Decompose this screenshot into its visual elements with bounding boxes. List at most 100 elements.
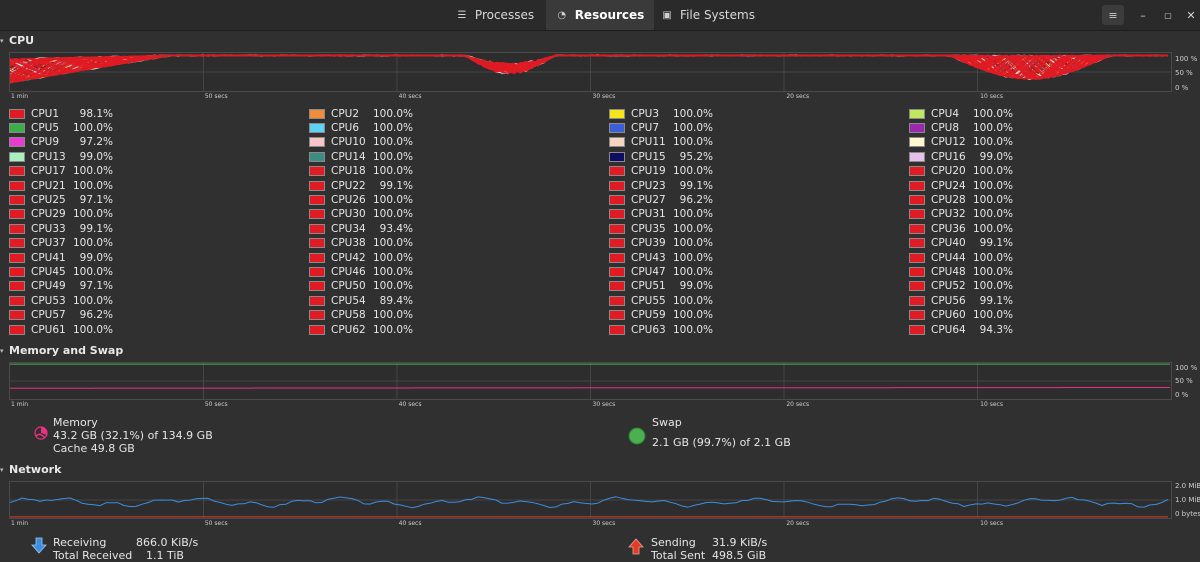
cpu-legend-item[interactable]: CPU39 100.0% <box>609 237 713 250</box>
cpu-legend-item[interactable]: CPU11 100.0% <box>609 136 713 149</box>
cpu-legend-item[interactable]: CPU23 99.1% <box>609 179 713 192</box>
cpu-legend-item[interactable]: CPU18 100.0% <box>309 165 413 178</box>
cpu-color-swatch[interactable] <box>9 209 25 220</box>
cpu-legend-item[interactable]: CPU55 100.0% <box>609 294 713 307</box>
cpu-color-swatch[interactable] <box>609 209 625 220</box>
cpu-color-swatch[interactable] <box>909 252 925 263</box>
cpu-color-swatch[interactable] <box>609 151 625 162</box>
cpu-color-swatch[interactable] <box>609 324 625 335</box>
cpu-legend-item[interactable]: CPU43 100.0% <box>609 251 713 264</box>
cpu-legend-item[interactable]: CPU22 99.1% <box>309 179 413 192</box>
cpu-color-swatch[interactable] <box>9 180 25 191</box>
cpu-legend-item[interactable]: CPU12 100.0% <box>909 136 1013 149</box>
cpu-color-swatch[interactable] <box>309 324 325 335</box>
cpu-color-swatch[interactable] <box>609 180 625 191</box>
menu-button[interactable]: ≡ <box>1102 5 1124 25</box>
cpu-color-swatch[interactable] <box>9 151 25 162</box>
cpu-legend-item[interactable]: CPU54 89.4% <box>309 294 413 307</box>
cpu-legend-item[interactable]: CPU50 100.0% <box>309 280 413 293</box>
cpu-legend-item[interactable]: CPU34 93.4% <box>309 222 413 235</box>
cpu-legend-item[interactable]: CPU25 97.1% <box>9 193 113 206</box>
cpu-color-swatch[interactable] <box>909 295 925 306</box>
cpu-color-swatch[interactable] <box>309 295 325 306</box>
cpu-color-swatch[interactable] <box>909 310 925 321</box>
cpu-legend-item[interactable]: CPU13 99.0% <box>9 150 113 163</box>
cpu-color-swatch[interactable] <box>309 281 325 292</box>
cpu-color-swatch[interactable] <box>309 137 325 148</box>
cpu-color-swatch[interactable] <box>9 281 25 292</box>
cpu-color-swatch[interactable] <box>909 137 925 148</box>
cpu-legend-item[interactable]: CPU17 100.0% <box>9 165 113 178</box>
cpu-color-swatch[interactable] <box>9 252 25 263</box>
send-color-picker[interactable] <box>628 537 644 558</box>
cpu-legend-item[interactable]: CPU15 95.2% <box>609 150 713 163</box>
minimize-button[interactable]: – <box>1132 5 1154 25</box>
network-section-header[interactable]: ▾ Network <box>0 463 61 476</box>
cpu-color-swatch[interactable] <box>609 281 625 292</box>
cpu-color-swatch[interactable] <box>609 108 625 119</box>
cpu-section-header[interactable]: ▾ CPU <box>0 34 34 47</box>
cpu-legend-item[interactable]: CPU10 100.0% <box>309 136 413 149</box>
cpu-legend-item[interactable]: CPU45 100.0% <box>9 265 113 278</box>
cpu-legend-item[interactable]: CPU51 99.0% <box>609 280 713 293</box>
maximize-button[interactable]: ▢ <box>1157 5 1179 25</box>
cpu-color-swatch[interactable] <box>309 223 325 234</box>
cpu-color-swatch[interactable] <box>909 194 925 205</box>
cpu-legend-item[interactable]: CPU8 100.0% <box>909 121 1013 134</box>
cpu-color-swatch[interactable] <box>909 238 925 249</box>
cpu-legend-item[interactable]: CPU62 100.0% <box>309 323 413 336</box>
cpu-legend-item[interactable]: CPU26 100.0% <box>309 193 413 206</box>
cpu-color-swatch[interactable] <box>309 266 325 277</box>
cpu-legend-item[interactable]: CPU19 100.0% <box>609 165 713 178</box>
cpu-legend-item[interactable]: CPU37 100.0% <box>9 237 113 250</box>
cpu-legend-item[interactable]: CPU41 99.0% <box>9 251 113 264</box>
cpu-color-swatch[interactable] <box>309 252 325 263</box>
cpu-color-swatch[interactable] <box>309 151 325 162</box>
cpu-color-swatch[interactable] <box>309 238 325 249</box>
tab-file-systems[interactable]: ▣ File Systems <box>658 0 758 30</box>
cpu-legend-item[interactable]: CPU36 100.0% <box>909 222 1013 235</box>
cpu-color-swatch[interactable] <box>909 108 925 119</box>
cpu-legend-item[interactable]: CPU56 99.1% <box>909 294 1013 307</box>
cpu-color-swatch[interactable] <box>609 223 625 234</box>
cpu-color-swatch[interactable] <box>909 180 925 191</box>
cpu-legend-item[interactable]: CPU58 100.0% <box>309 309 413 322</box>
cpu-color-swatch[interactable] <box>909 281 925 292</box>
cpu-color-swatch[interactable] <box>309 194 325 205</box>
cpu-legend-item[interactable]: CPU21 100.0% <box>9 179 113 192</box>
cpu-color-swatch[interactable] <box>609 122 625 133</box>
cpu-legend-item[interactable]: CPU40 99.1% <box>909 237 1013 250</box>
cpu-legend-item[interactable]: CPU46 100.0% <box>309 265 413 278</box>
cpu-color-swatch[interactable] <box>9 238 25 249</box>
cpu-color-swatch[interactable] <box>609 310 625 321</box>
cpu-legend-item[interactable]: CPU3 100.0% <box>609 107 713 120</box>
cpu-legend-item[interactable]: CPU6 100.0% <box>309 121 413 134</box>
cpu-legend-item[interactable]: CPU47 100.0% <box>609 265 713 278</box>
cpu-color-swatch[interactable] <box>609 166 625 177</box>
cpu-legend-item[interactable]: CPU44 100.0% <box>909 251 1013 264</box>
cpu-legend-item[interactable]: CPU49 97.1% <box>9 280 113 293</box>
cpu-legend-item[interactable]: CPU31 100.0% <box>609 208 713 221</box>
cpu-legend-item[interactable]: CPU20 100.0% <box>909 165 1013 178</box>
cpu-legend-item[interactable]: CPU30 100.0% <box>309 208 413 221</box>
cpu-color-swatch[interactable] <box>9 122 25 133</box>
cpu-color-swatch[interactable] <box>909 151 925 162</box>
cpu-legend-item[interactable]: CPU5 100.0% <box>9 121 113 134</box>
cpu-color-swatch[interactable] <box>9 324 25 335</box>
cpu-legend-item[interactable]: CPU14 100.0% <box>309 150 413 163</box>
cpu-legend-item[interactable]: CPU60 100.0% <box>909 309 1013 322</box>
tab-resources[interactable]: ◔ Resources <box>546 0 654 30</box>
memory-section-header[interactable]: ▾ Memory and Swap <box>0 344 123 357</box>
cpu-color-swatch[interactable] <box>609 252 625 263</box>
cpu-color-swatch[interactable] <box>9 194 25 205</box>
cpu-legend-item[interactable]: CPU29 100.0% <box>9 208 113 221</box>
cpu-color-swatch[interactable] <box>309 180 325 191</box>
cpu-color-swatch[interactable] <box>909 209 925 220</box>
cpu-color-swatch[interactable] <box>309 122 325 133</box>
cpu-legend-item[interactable]: CPU32 100.0% <box>909 208 1013 221</box>
cpu-legend-item[interactable]: CPU61 100.0% <box>9 323 113 336</box>
cpu-color-swatch[interactable] <box>909 266 925 277</box>
cpu-color-swatch[interactable] <box>9 108 25 119</box>
receive-color-picker[interactable] <box>31 537 47 558</box>
cpu-color-swatch[interactable] <box>909 324 925 335</box>
